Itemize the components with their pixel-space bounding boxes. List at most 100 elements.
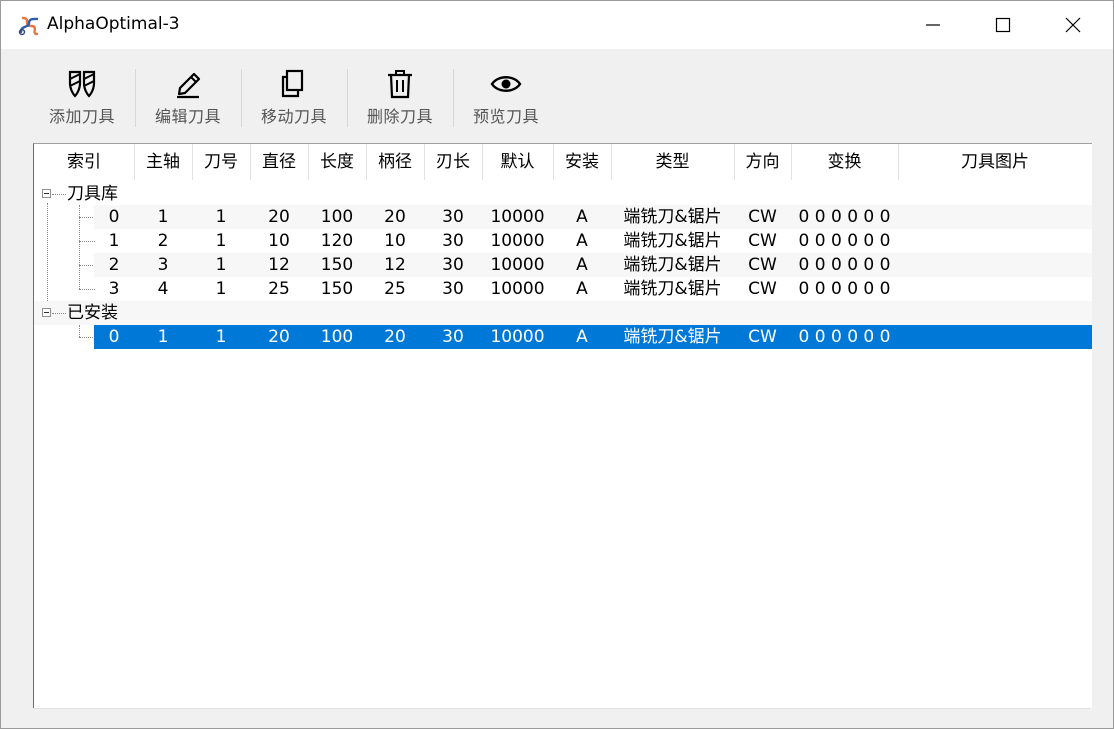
cell-diameter: 20 [268,327,290,347]
cell-install: A [576,231,588,251]
cell-shank-diameter: 20 [384,327,406,347]
tree-line [52,313,66,314]
table-row[interactable]: 2 3 1 12 150 12 30 10000 A 端铣刀&锯片 CW 0 0… [34,253,1092,277]
minimize-button[interactable] [898,1,968,49]
group-label: 已安装 [67,303,118,323]
tree-line [52,194,66,195]
cell-tool-number: 1 [215,231,227,251]
app-logo-icon [18,16,39,36]
cell-flute-length: 30 [442,231,464,251]
collapse-toggle-icon[interactable] [42,189,51,198]
column-header[interactable]: 直径 [250,144,309,180]
table-row[interactable]: 1 2 1 10 120 10 30 10000 A 端铣刀&锯片 CW 0 0… [34,229,1092,253]
title-bar: AlphaOptimal-3 [1,1,1113,49]
cell-flute-length: 30 [442,279,464,299]
cell-flute-length: 30 [442,327,464,347]
tree-group-installed[interactable]: 已安装 [34,301,1092,325]
toolbar-separator [347,69,348,127]
column-header[interactable]: 刀号 [192,144,251,180]
delete-tool-label: 删除刀具 [366,107,433,126]
group-label: 刀具库 [67,184,118,204]
toolbar-separator [241,69,242,127]
cell-shank-diameter: 12 [384,255,406,275]
add-tool-label: 添加刀具 [48,107,115,126]
cell-shank-diameter: 25 [384,279,406,299]
end-mill-icon [68,70,96,98]
preview-tool-button[interactable]: 预览刀具 [458,69,554,131]
cell-transform: 0 0 0 0 0 0 [798,279,891,299]
edit-tool-button[interactable]: 编辑刀具 [140,69,236,131]
cell-spindle: 4 [157,279,169,299]
column-header[interactable]: 变换 [791,144,899,180]
cell-length: 150 [320,279,354,299]
cell-spindle: 1 [157,207,169,227]
toolbar-separator [453,69,454,127]
table-row[interactable]: 0 1 1 20 100 20 30 10000 A 端铣刀&锯片 CW 0 0… [34,205,1092,229]
column-header[interactable]: 柄径 [366,144,425,180]
cell-spindle: 3 [157,255,169,275]
cell-default: 10000 [490,327,545,347]
maximize-icon [995,17,1011,33]
cell-length: 150 [320,255,354,275]
column-header[interactable]: 长度 [308,144,367,180]
cell-install: A [576,255,588,275]
cell-spindle: 2 [157,231,169,251]
cell-index: 0 [94,325,134,349]
column-header[interactable]: 刃长 [424,144,483,180]
cell-index: 2 [108,255,120,275]
close-icon [1065,17,1081,33]
cell-diameter: 20 [268,207,290,227]
cell-flute-length: 30 [442,207,464,227]
cell-shank-diameter: 20 [384,207,406,227]
table-header: 索引 主轴 刀号 直径 长度 柄径 刃长 默认 安装 类型 方向 变换 刀具图片 [34,144,1092,180]
cell-diameter: 25 [268,279,290,299]
cell-transform: 0 0 0 0 0 0 [798,327,891,347]
maximize-button[interactable] [968,1,1038,49]
cell-tool-number: 1 [215,255,227,275]
cell-type: 端铣刀&锯片 [623,279,722,299]
cell-transform: 0 0 0 0 0 0 [798,231,891,251]
table-bottom-edge [33,708,1091,709]
cell-default: 10000 [490,255,545,275]
copy-icon [281,69,304,98]
column-header[interactable]: 默认 [482,144,554,180]
toolbar: 添加刀具 编辑刀具 移动刀具 删除刀具 预览刀具 [1,49,1113,139]
tool-table[interactable]: 索引 主轴 刀号 直径 长度 柄径 刃长 默认 安装 类型 方向 变换 刀具图片… [33,143,1092,709]
add-tool-button[interactable]: 添加刀具 [34,69,130,131]
cell-direction: CW [748,207,777,227]
cell-shank-diameter: 10 [384,231,406,251]
table-row[interactable]: 3 4 1 25 150 25 30 10000 A 端铣刀&锯片 CW 0 0… [34,277,1092,301]
column-header[interactable]: 方向 [734,144,792,180]
toolbar-separator [135,69,136,127]
pencil-icon [177,72,201,99]
column-header[interactable]: 类型 [611,144,735,180]
delete-tool-button[interactable]: 删除刀具 [352,69,448,131]
trash-icon [388,70,412,99]
collapse-toggle-icon[interactable] [42,308,51,317]
move-tool-label: 移动刀具 [260,107,327,126]
cell-transform: 0 0 0 0 0 0 [798,255,891,275]
cell-diameter: 10 [268,231,290,251]
cell-direction: CW [748,279,777,299]
cell-transform: 0 0 0 0 0 0 [798,207,891,227]
cell-length: 100 [320,207,354,227]
table-row-selected[interactable]: 0 1 1 20 100 20 30 10000 A 端铣刀&锯片 CW 0 0… [34,325,1092,349]
cell-index: 1 [108,231,120,251]
cell-tool-number: 1 [215,207,227,227]
cell-tool-number: 1 [215,327,227,347]
column-header[interactable]: 安装 [553,144,612,180]
cell-index: 0 [108,207,120,227]
close-button[interactable] [1038,1,1108,49]
cell-direction: CW [748,231,777,251]
minimize-icon [926,24,940,26]
move-tool-button[interactable]: 移动刀具 [246,69,342,131]
cell-type: 端铣刀&锯片 [623,327,722,347]
tree-group-library[interactable]: 刀具库 [34,182,1092,206]
cell-default: 10000 [490,207,545,227]
cell-install: A [576,279,588,299]
column-header[interactable]: 索引 [34,144,135,180]
cell-install: A [576,207,588,227]
column-header[interactable]: 刀具图片 [898,144,1092,180]
column-header[interactable]: 主轴 [134,144,193,180]
window-title: AlphaOptimal-3 [47,14,180,34]
